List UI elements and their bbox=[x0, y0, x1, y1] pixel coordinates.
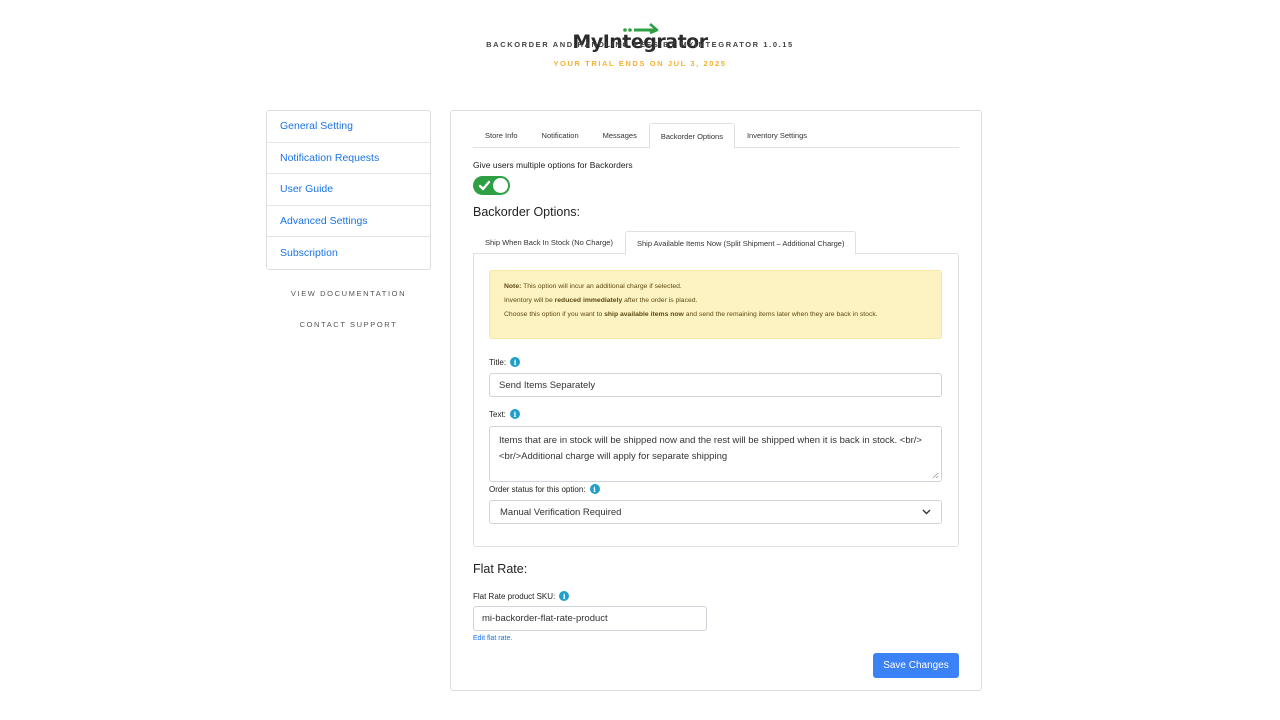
note-line-3-bold: ship available items now bbox=[604, 311, 684, 318]
chevron-down-icon bbox=[922, 509, 931, 515]
check-icon bbox=[478, 180, 491, 191]
flat-rate-sku-label-text: Flat Rate product SKU: bbox=[473, 591, 556, 601]
toggle-knob bbox=[493, 178, 508, 193]
text-textarea[interactable]: Items that are in stock will be shipped … bbox=[489, 426, 942, 482]
backorder-subtabs: Ship When Back In Stock (No Charge) Ship… bbox=[473, 231, 959, 255]
note-line-3-pre: Choose this option if you want to bbox=[504, 311, 605, 318]
title-input[interactable]: Send Items Separately bbox=[489, 373, 942, 397]
sidebar-item-general-setting[interactable]: General Setting bbox=[267, 111, 430, 143]
note-line-1-text: This option will incur an additional cha… bbox=[521, 283, 682, 290]
tab-store-info[interactable]: Store Info bbox=[473, 123, 530, 148]
note-line-1: Note: This option will incur an addition… bbox=[504, 280, 927, 294]
multiple-options-toggle[interactable] bbox=[473, 176, 510, 195]
note-label: Note: bbox=[504, 283, 522, 290]
sidebar-item-notification-requests[interactable]: Notification Requests bbox=[267, 143, 430, 175]
sidebar-item-user-guide[interactable]: User Guide bbox=[267, 174, 430, 206]
text-textarea-value: Items that are in stock will be shipped … bbox=[499, 435, 922, 462]
settings-panel: Store Info Notification Messages Backord… bbox=[450, 110, 982, 691]
tab-messages[interactable]: Messages bbox=[591, 123, 649, 148]
info-icon[interactable]: i bbox=[510, 357, 521, 367]
app-subtitle: BACKORDER AND HANDLING FEES BY MYINTEGRA… bbox=[486, 40, 794, 49]
sidebar-item-subscription[interactable]: Subscription bbox=[267, 237, 430, 269]
note-line-2-post: after the order is placed. bbox=[622, 297, 698, 304]
info-icon[interactable]: i bbox=[559, 591, 570, 601]
additional-charge-note: Note: This option will incur an addition… bbox=[489, 270, 942, 339]
sidebar-item-advanced-settings[interactable]: Advanced Settings bbox=[267, 206, 430, 238]
info-icon[interactable]: i bbox=[589, 484, 600, 494]
note-line-2-bold: reduced immediately bbox=[554, 297, 623, 304]
tab-backorder-options[interactable]: Backorder Options bbox=[648, 123, 735, 149]
edit-flat-rate-link[interactable]: Edit flat rate. bbox=[473, 635, 512, 642]
order-status-label-text: Order status for this option: bbox=[489, 484, 586, 494]
flat-rate-sku-label: Flat Rate product SKU: i bbox=[473, 591, 570, 601]
view-documentation-link[interactable]: VIEW DOCUMENTATION bbox=[266, 289, 431, 298]
note-line-2-pre: Inventory will be bbox=[504, 297, 555, 304]
multiple-options-label: Give users multiple options for Backorde… bbox=[473, 160, 633, 170]
backorder-options-title: Backorder Options: bbox=[473, 205, 580, 219]
order-status-value: Manual Verification Required bbox=[500, 506, 622, 518]
order-status-field-label: Order status for this option: i bbox=[489, 484, 600, 494]
note-line-3: Choose this option if you want to ship a… bbox=[504, 308, 927, 322]
flat-rate-sku-input[interactable]: mi-backorder-flat-rate-product bbox=[473, 606, 707, 631]
note-line-2: Inventory will be reduced immediately af… bbox=[504, 294, 927, 308]
split-shipment-panel: Note: This option will incur an addition… bbox=[473, 253, 959, 547]
resize-grip-icon[interactable] bbox=[932, 472, 939, 479]
order-status-select[interactable]: Manual Verification Required bbox=[489, 500, 942, 524]
logo-arrow-icon bbox=[623, 23, 659, 34]
subtab-ship-when-back-in-stock[interactable]: Ship When Back In Stock (No Charge) bbox=[473, 231, 625, 254]
info-icon[interactable]: i bbox=[509, 409, 520, 419]
subtab-ship-available-items-now[interactable]: Ship Available Items Now (Split Shipment… bbox=[624, 231, 857, 255]
sidebar: General Setting Notification Requests Us… bbox=[266, 110, 431, 270]
text-field-label: Text: i bbox=[489, 409, 520, 419]
tab-inventory-settings[interactable]: Inventory Settings bbox=[735, 123, 819, 148]
flat-rate-title: Flat Rate: bbox=[473, 562, 528, 576]
trial-notice: YOUR TRIAL ENDS ON JUL 3, 2025 bbox=[553, 59, 727, 68]
save-changes-button[interactable]: Save Changes bbox=[873, 653, 959, 678]
title-field-label: Title: i bbox=[489, 357, 521, 367]
note-line-3-post: and send the remaining items later when … bbox=[683, 311, 878, 318]
text-label-text: Text: bbox=[489, 409, 506, 419]
contact-support-link[interactable]: CONTACT SUPPORT bbox=[266, 320, 431, 329]
tab-notification[interactable]: Notification bbox=[530, 123, 591, 148]
main-tabs: Store Info Notification Messages Backord… bbox=[473, 123, 959, 149]
title-label-text: Title: bbox=[489, 357, 507, 367]
